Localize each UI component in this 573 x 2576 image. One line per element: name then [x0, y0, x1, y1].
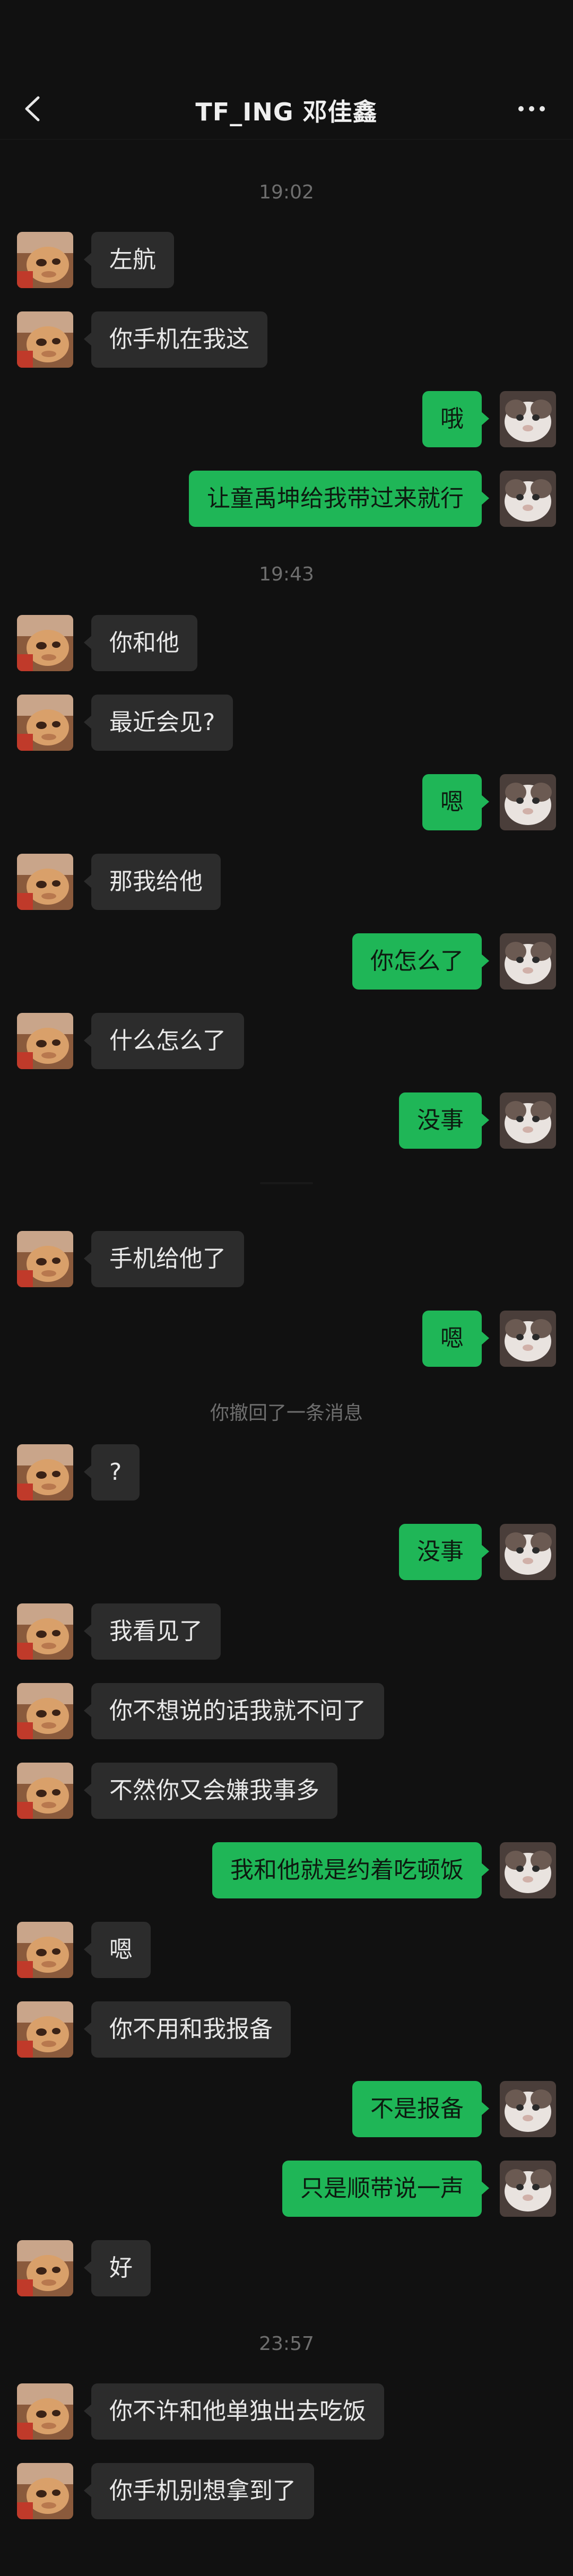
message-row: 你手机在我这	[0, 311, 573, 370]
contact-avatar[interactable]	[17, 695, 73, 751]
message-bubble[interactable]: 没事	[399, 1524, 489, 1580]
contact-avatar[interactable]	[17, 2463, 73, 2519]
message-bubble[interactable]: 你手机在我这	[84, 311, 267, 368]
message-row: 嗯	[0, 1311, 573, 1369]
message-bubble[interactable]: 你不许和他单独出去吃饭	[84, 2383, 384, 2440]
contact-avatar[interactable]	[17, 1603, 73, 1660]
message-bubble[interactable]: 什么怎么了	[84, 1013, 244, 1069]
message-bubble[interactable]: 好	[84, 2240, 151, 2296]
message-row: 最近会见?	[0, 695, 573, 753]
message-bubble[interactable]: 左航	[84, 232, 174, 288]
message-row: 好	[0, 2240, 573, 2299]
contact-avatar[interactable]	[17, 2240, 73, 2296]
message-bubble[interactable]: 最近会见?	[83, 695, 233, 751]
self-avatar[interactable]	[500, 774, 556, 830]
divider	[260, 1182, 313, 1184]
contact-avatar[interactable]	[17, 2001, 73, 2058]
message-bubble[interactable]: 哦	[422, 391, 489, 447]
self-avatar[interactable]	[500, 2161, 556, 2217]
timestamp: 19:02	[259, 181, 314, 203]
message-bubble[interactable]: 你手机别想拿到了	[84, 2463, 314, 2519]
message-bubble[interactable]: ?	[83, 1444, 140, 1501]
message-row: ?	[0, 1444, 573, 1503]
message-bubble[interactable]: 你不用和我报备	[84, 2001, 291, 2058]
message-row: 我看见了	[0, 1603, 573, 1662]
contact-avatar[interactable]	[17, 2383, 73, 2440]
recalled-notice: 你撤回了一条消息	[210, 1402, 363, 1424]
contact-avatar[interactable]	[17, 1683, 73, 1739]
message-row: 你和他	[0, 615, 573, 673]
message-row: 哦	[0, 391, 573, 449]
message-row: 只是顺带说一声	[0, 2161, 573, 2219]
message-row: 嗯	[0, 1922, 573, 1980]
self-avatar[interactable]	[500, 1092, 556, 1149]
timestamp: 19:43	[259, 563, 314, 585]
message-list[interactable]: 19:02 左航 你手机在我这 哦 让童禹坤给我带过来就行 19:43 你和他 …	[0, 139, 573, 2576]
message-bubble[interactable]: 你怎么了	[352, 933, 489, 990]
message-bubble[interactable]: 手机给他了	[84, 1231, 244, 1287]
contact-avatar[interactable]	[17, 1444, 73, 1501]
message-bubble[interactable]: 你不想说的话我就不问了	[84, 1683, 384, 1739]
contact-avatar[interactable]	[17, 232, 73, 288]
self-avatar[interactable]	[500, 1524, 556, 1580]
message-bubble[interactable]: 我看见了	[84, 1603, 221, 1660]
contact-avatar[interactable]	[17, 1922, 73, 1978]
message-row: 你不用和我报备	[0, 2001, 573, 2060]
message-row: 那我给他	[0, 854, 573, 912]
chat-title: TF_ING 邓佳鑫	[195, 98, 378, 126]
contact-avatar[interactable]	[17, 1763, 73, 1819]
message-bubble[interactable]: 那我给他	[84, 854, 221, 910]
message-row: 左航	[0, 232, 573, 290]
contact-avatar[interactable]	[17, 615, 73, 671]
contact-avatar[interactable]	[17, 854, 73, 910]
message-row: 不是报备	[0, 2081, 573, 2139]
self-avatar[interactable]	[500, 391, 556, 447]
message-row: 你怎么了	[0, 933, 573, 992]
message-bubble[interactable]: 嗯	[422, 774, 489, 830]
message-bubble[interactable]: 让童禹坤给我带过来就行	[189, 471, 489, 527]
self-avatar[interactable]	[500, 2081, 556, 2137]
message-bubble[interactable]: 嗯	[422, 1311, 489, 1367]
more-options-icon[interactable]	[517, 96, 546, 122]
message-bubble[interactable]: 你和他	[84, 615, 197, 671]
message-row: 让童禹坤给我带过来就行	[0, 471, 573, 529]
message-bubble[interactable]: 不然你又会嫌我事多	[84, 1763, 337, 1819]
contact-avatar[interactable]	[17, 1013, 73, 1069]
message-row: 你手机别想拿到了	[0, 2463, 573, 2521]
message-bubble[interactable]: 嗯	[84, 1922, 151, 1978]
self-avatar[interactable]	[500, 471, 556, 527]
message-row: 我和他就是约着吃顿饭	[0, 1842, 573, 1901]
contact-avatar[interactable]	[17, 1231, 73, 1287]
message-row: 手机给他了	[0, 1231, 573, 1289]
self-avatar[interactable]	[500, 1311, 556, 1367]
self-avatar[interactable]	[500, 1842, 556, 1898]
self-avatar[interactable]	[500, 933, 556, 990]
contact-avatar[interactable]	[17, 311, 73, 368]
message-row: 你不许和他单独出去吃饭	[0, 2383, 573, 2442]
message-bubble[interactable]: 我和他就是约着吃顿饭	[212, 1842, 489, 1898]
message-row: 不然你又会嫌我事多	[0, 1763, 573, 1821]
message-row: 什么怎么了	[0, 1013, 573, 1071]
message-row: 你不想说的话我就不问了	[0, 1683, 573, 1741]
message-bubble[interactable]: 不是报备	[352, 2081, 489, 2137]
message-row: 嗯	[0, 774, 573, 832]
message-bubble[interactable]: 没事	[399, 1092, 489, 1149]
message-bubble[interactable]: 只是顺带说一声	[282, 2161, 489, 2217]
timestamp: 23:57	[259, 2333, 314, 2355]
chat-header: TF_ING 邓佳鑫	[0, 0, 573, 140]
message-row: 没事	[0, 1524, 573, 1582]
message-row: 没事	[0, 1092, 573, 1151]
